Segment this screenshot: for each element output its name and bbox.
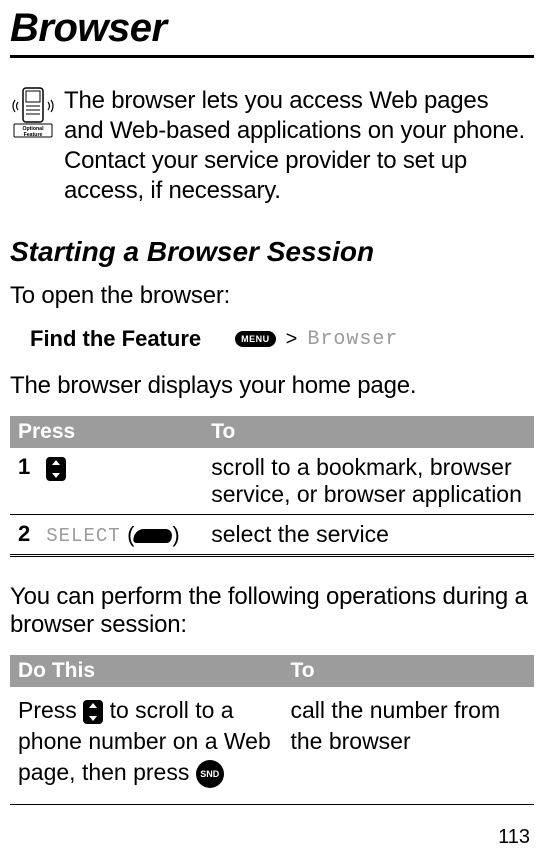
find-feature-row: Find the Feature MENU > Browser [30,326,534,352]
menu-key-icon: MENU [235,331,276,347]
optional-label-2: Feature [24,132,43,138]
home-page-text: The browser displays your home page. [10,372,534,400]
header-to: To [203,416,534,448]
page-number: 113 [498,826,530,849]
nav-key-icon [83,700,103,724]
optional-feature-icon: Optional Feature [10,86,56,138]
soft-key-icon [133,529,174,543]
section-heading: Starting a Browser Session [10,236,534,268]
close-paren: ) [172,522,179,547]
header-to: To [282,655,534,687]
table-row: 1 scroll to a bookmark, browser service,… [10,448,534,515]
press-cell: SELECT () [38,515,203,556]
breadcrumb-browser: Browser [307,328,398,351]
find-feature-label: Find the Feature [30,326,201,352]
operations-intro: You can perform the following operations… [10,583,534,639]
step-number: 1 [10,448,38,515]
nav-key-icon [46,457,66,481]
table-header-row: Press To [10,416,534,448]
table-row: 2 SELECT () select the service [10,515,534,556]
to-cell: scroll to a bookmark, browser service, o… [203,448,534,515]
open-browser-text: To open the browser: [10,282,534,310]
operations-table: Do This To Press to scroll to a phone nu… [10,655,534,805]
intro-row: Optional Feature The browser lets you ac… [10,86,534,206]
press-cell [38,448,203,515]
header-press: Press [10,416,203,448]
step-number: 2 [10,515,38,556]
page-title: Browser [10,6,534,51]
do-text-pre: Press [18,697,83,723]
select-label: SELECT [46,525,120,547]
to-cell: select the service [203,515,534,556]
breadcrumb-separator: > [286,328,298,351]
intro-text: The browser lets you access Web pages an… [64,86,534,206]
press-to-table: Press To 1 scroll to a bookmark, browser… [10,416,534,557]
do-this-cell: Press to scroll to a phone number on a W… [10,687,282,805]
table-row: Press to scroll to a phone number on a W… [10,687,534,805]
title-rule [10,55,534,58]
snd-key-icon: SND [196,760,224,788]
table-header-row: Do This To [10,655,534,687]
to-cell: call the number from the browser [282,687,534,805]
header-do-this: Do This [10,655,282,687]
find-feature-target: MENU > Browser [235,328,398,351]
